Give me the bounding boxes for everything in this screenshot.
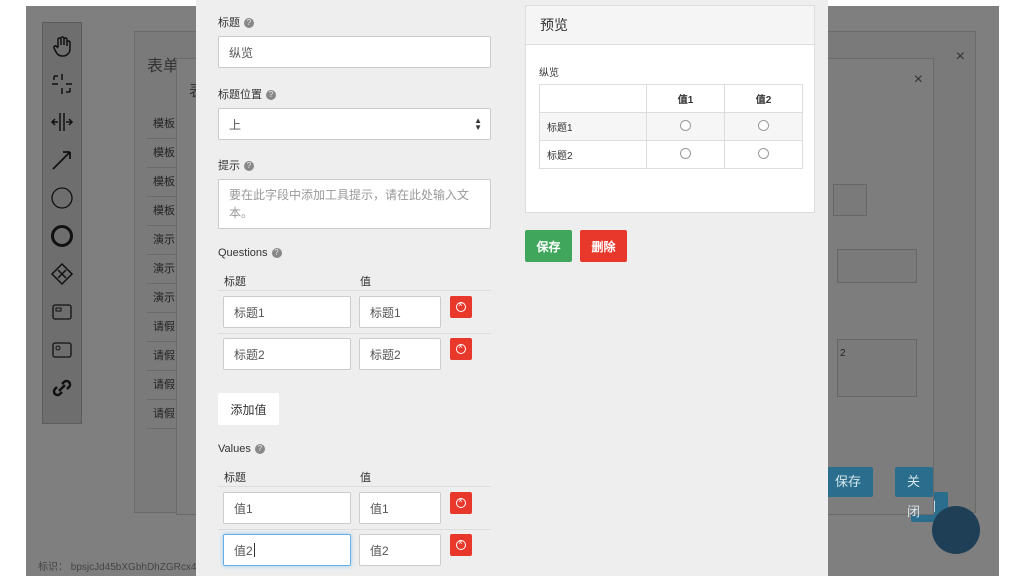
- value-value-input[interactable]: 值1: [359, 492, 441, 524]
- preview-row-label: 标题1: [539, 112, 647, 141]
- close-icon[interactable]: ×: [956, 48, 965, 66]
- floating-action-button[interactable]: [932, 506, 980, 554]
- select-arrows-icon: ▲ ▼: [474, 116, 482, 132]
- remove-icon: [456, 300, 466, 312]
- gateway-icon[interactable]: [49, 261, 75, 287]
- footer-id-text: 标识： bpsjcJd45bXGbhDhZGRcx4: [38, 562, 197, 573]
- background-save-button[interactable]: 保存: [823, 467, 874, 497]
- radio-button[interactable]: [758, 119, 769, 131]
- preview-panel: 预览 纵览 值1 值2 标题1 标题2: [525, 5, 815, 213]
- add-value-button[interactable]: 添加值: [218, 393, 279, 425]
- help-icon[interactable]: ?: [244, 18, 254, 29]
- divider: [218, 333, 491, 334]
- connect-tool-icon[interactable]: [49, 147, 75, 173]
- delete-value-button[interactable]: [450, 492, 472, 514]
- end-event-icon[interactable]: [49, 223, 75, 249]
- delete-button[interactable]: 删除: [580, 230, 627, 262]
- close-icon[interactable]: ×: [914, 71, 923, 89]
- value-title-input[interactable]: 值2: [223, 534, 351, 566]
- task-icon[interactable]: [49, 299, 75, 325]
- hint-label: 提示?: [218, 157, 254, 173]
- remove-icon: [456, 538, 466, 550]
- questions-header-value: 值: [360, 276, 371, 288]
- field-editor-panel: 标题? 纵览 标题位置? 上 ▲ ▼ 提示? 要在此字段中添加工具提示，请在此处输…: [196, 0, 828, 576]
- subprocess-icon[interactable]: [49, 337, 75, 363]
- radio-button[interactable]: [758, 147, 769, 159]
- background-input[interactable]: [837, 249, 917, 283]
- question-title-input[interactable]: 标题2: [223, 338, 351, 370]
- question-value-input[interactable]: 标题1: [359, 296, 441, 328]
- divider: [218, 486, 491, 487]
- hint-textarea[interactable]: 要在此字段中添加工具提示，请在此处输入文本。: [218, 179, 491, 229]
- lasso-tool-icon[interactable]: [49, 71, 75, 97]
- value-title-input[interactable]: 值1: [223, 492, 351, 524]
- help-icon[interactable]: ?: [266, 90, 276, 101]
- background-close-button[interactable]: 关闭: [895, 467, 933, 519]
- bpmn-toolbar: [42, 22, 82, 424]
- hand-tool-icon[interactable]: [49, 33, 75, 59]
- preview-column-header: 值2: [724, 84, 803, 113]
- help-icon[interactable]: ?: [254, 444, 265, 455]
- radio-button[interactable]: [680, 119, 691, 131]
- preview-column-header: 值1: [646, 84, 725, 113]
- background-table-header: 2: [840, 348, 846, 359]
- preview-field-title: 纵览: [539, 68, 559, 79]
- save-button[interactable]: 保存: [525, 230, 572, 262]
- preview-row-label: 标题2: [539, 140, 647, 169]
- preview-matrix-table: 值1 值2 标题1 标题2: [539, 84, 803, 169]
- space-tool-icon[interactable]: [49, 109, 75, 135]
- delete-question-button[interactable]: [450, 338, 472, 360]
- help-icon[interactable]: ?: [244, 161, 254, 172]
- text-cursor: [253, 543, 255, 557]
- title-position-label: 标题位置?: [218, 86, 276, 102]
- values-label: Values?: [218, 443, 265, 455]
- title-label: 标题?: [218, 14, 254, 30]
- questions-label: Questions?: [218, 247, 282, 259]
- remove-icon: [456, 496, 466, 508]
- calendar-icon[interactable]: [833, 184, 867, 216]
- divider: [218, 290, 491, 291]
- radio-button[interactable]: [680, 147, 691, 159]
- title-position-select[interactable]: 上 ▲ ▼: [218, 108, 491, 140]
- link-icon[interactable]: [49, 375, 75, 401]
- question-value-input[interactable]: 标题2: [359, 338, 441, 370]
- divider: [218, 529, 491, 530]
- start-event-icon[interactable]: [49, 185, 75, 211]
- questions-header-title: 标题: [224, 276, 246, 288]
- title-input[interactable]: 纵览: [218, 36, 491, 68]
- remove-icon: [456, 342, 466, 354]
- delete-question-button[interactable]: [450, 296, 472, 318]
- help-icon[interactable]: ?: [271, 248, 282, 259]
- values-header-title: 标题: [224, 472, 246, 484]
- preview-corner-cell: [539, 84, 647, 113]
- question-title-input[interactable]: 标题1: [223, 296, 351, 328]
- preview-header: 预览: [526, 6, 814, 45]
- values-header-value: 值: [360, 472, 371, 484]
- value-value-input[interactable]: 值2: [359, 534, 441, 566]
- background-table: 2: [837, 339, 917, 397]
- delete-value-button[interactable]: [450, 534, 472, 556]
